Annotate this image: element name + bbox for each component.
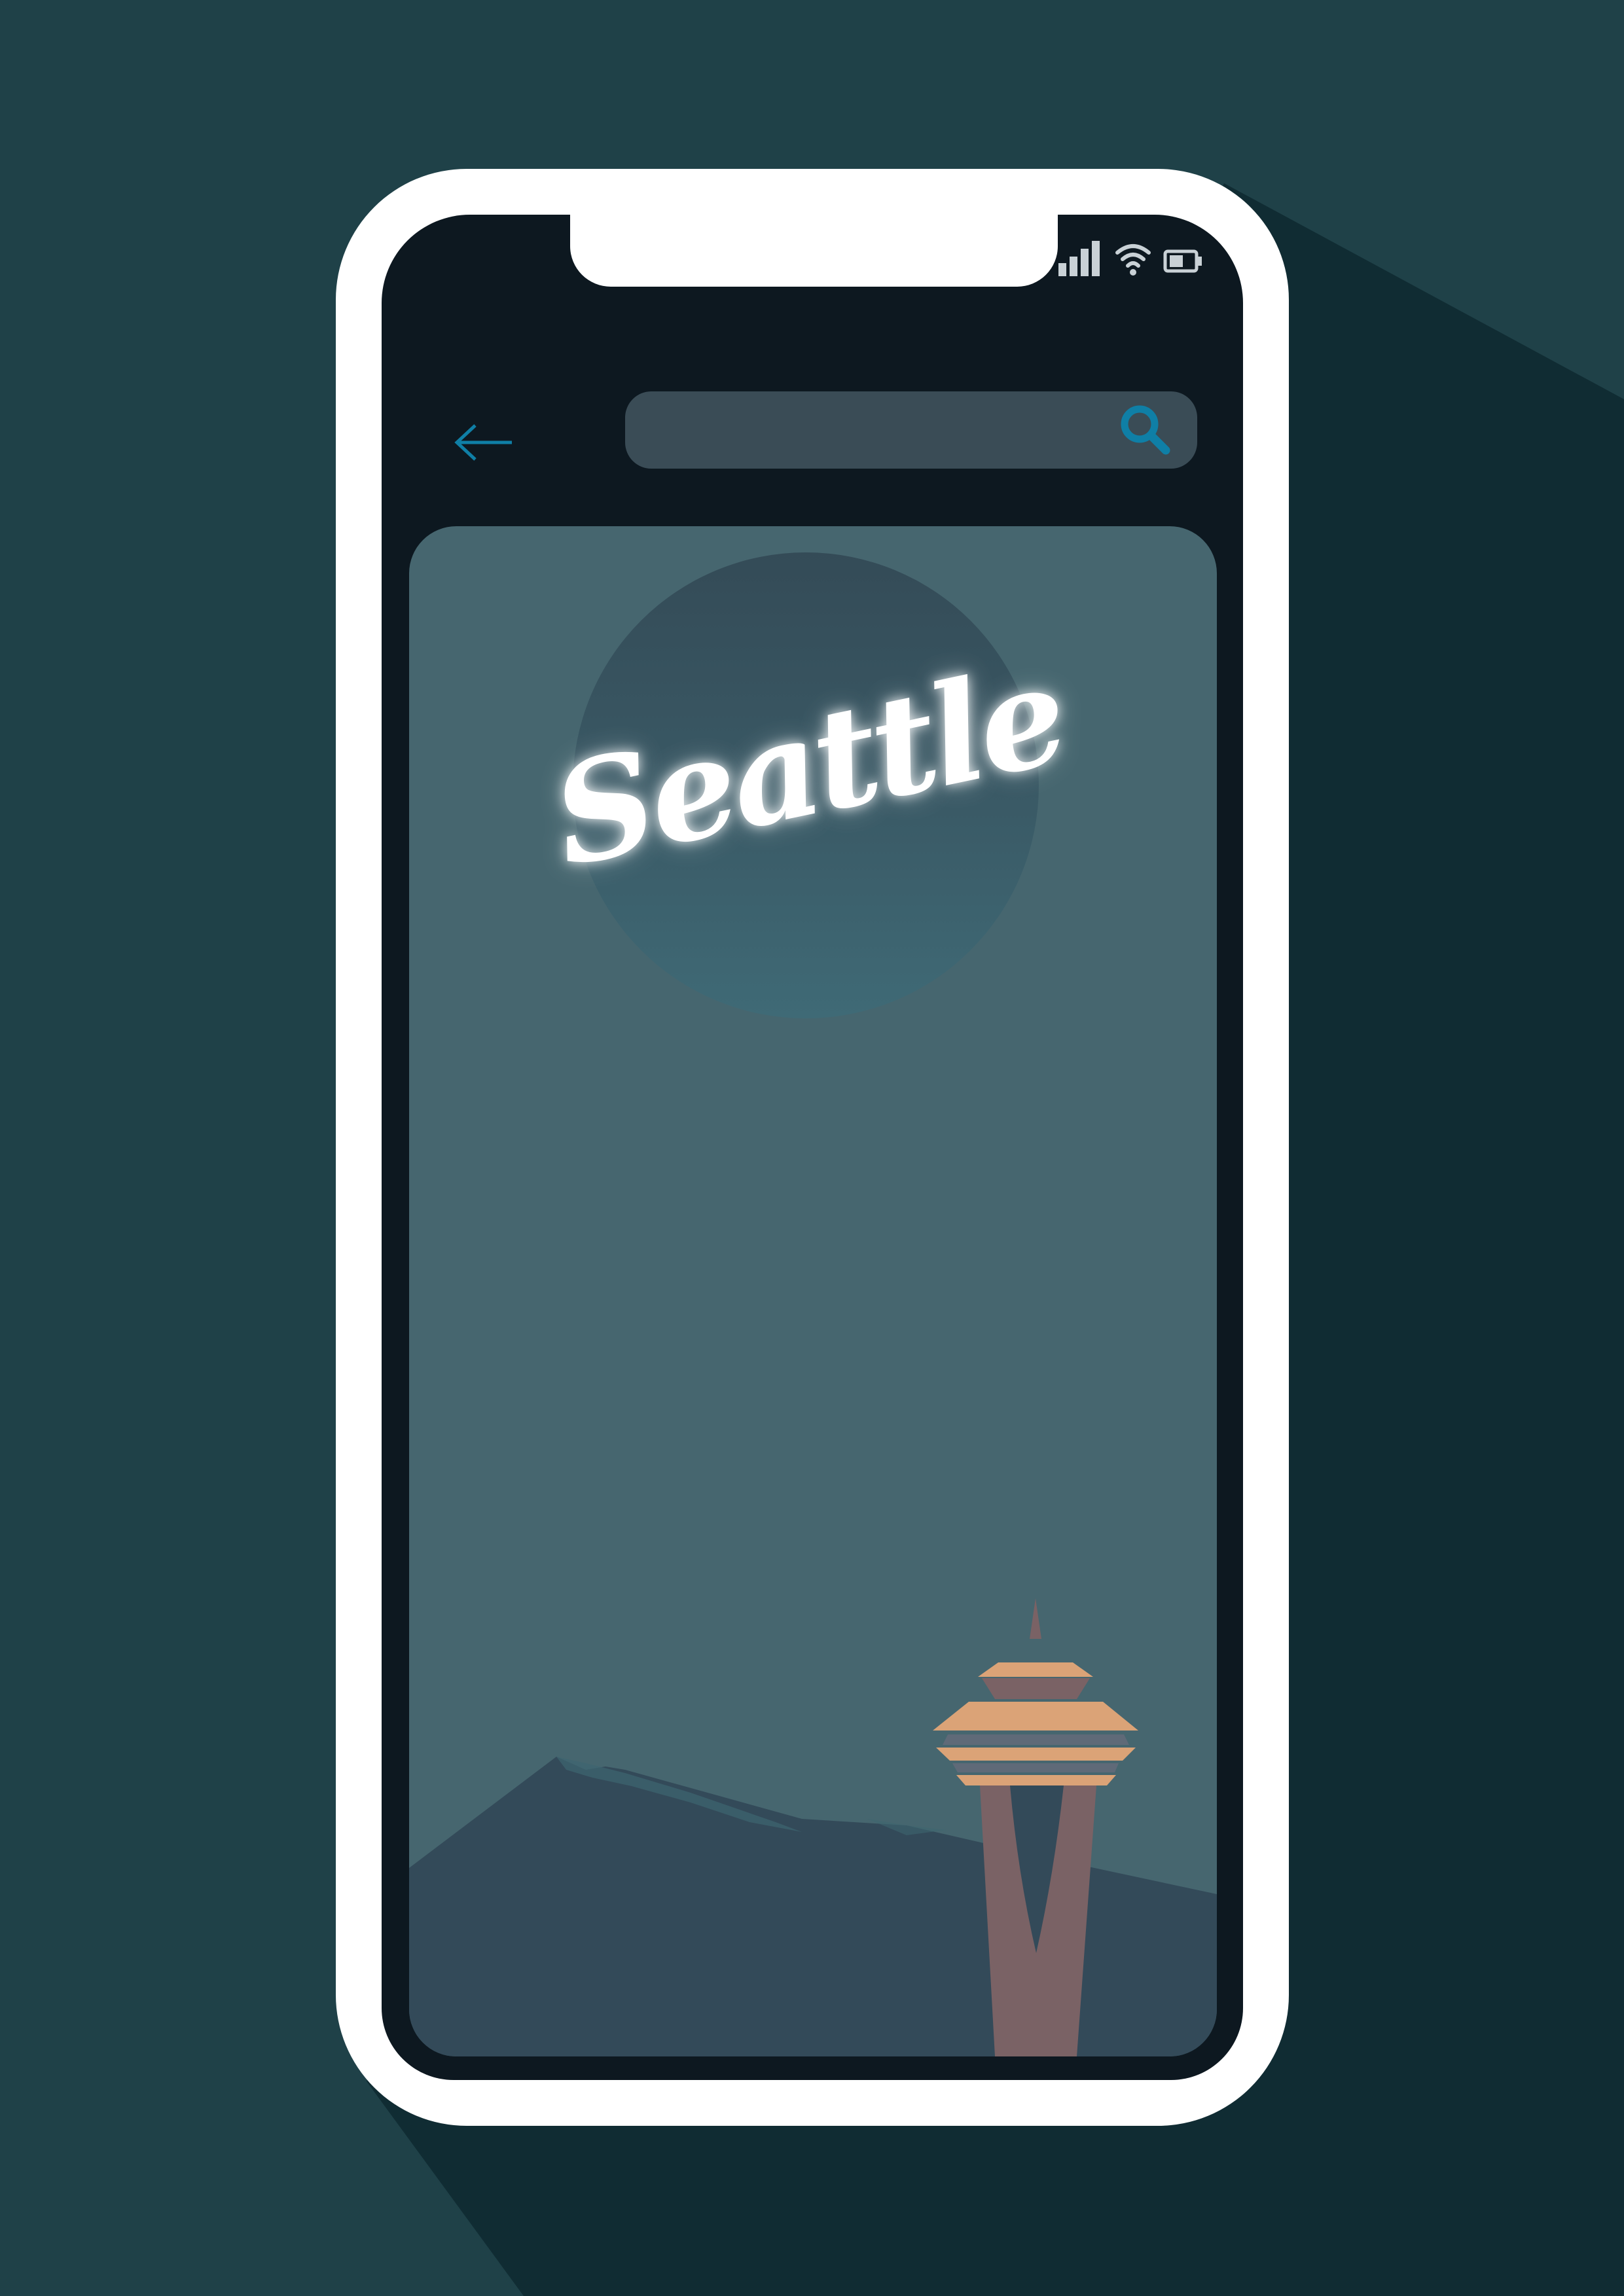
search-input[interactable] <box>651 403 1112 457</box>
signal-bars-icon <box>1057 240 1103 279</box>
phone-screen: Seattle <box>382 215 1243 2080</box>
magnifier-icon <box>1117 402 1172 459</box>
wifi-icon <box>1113 240 1153 279</box>
city-card: Seattle <box>409 526 1217 2056</box>
arrow-left-icon <box>452 423 514 465</box>
status-bar <box>1057 233 1204 279</box>
battery-icon <box>1163 240 1204 279</box>
search-button[interactable] <box>1117 403 1172 458</box>
back-button[interactable] <box>450 418 516 470</box>
mountain-range <box>409 1757 1217 2056</box>
search-bar <box>625 391 1197 469</box>
phone-notch <box>570 215 1058 287</box>
top-toolbar <box>382 391 1243 483</box>
